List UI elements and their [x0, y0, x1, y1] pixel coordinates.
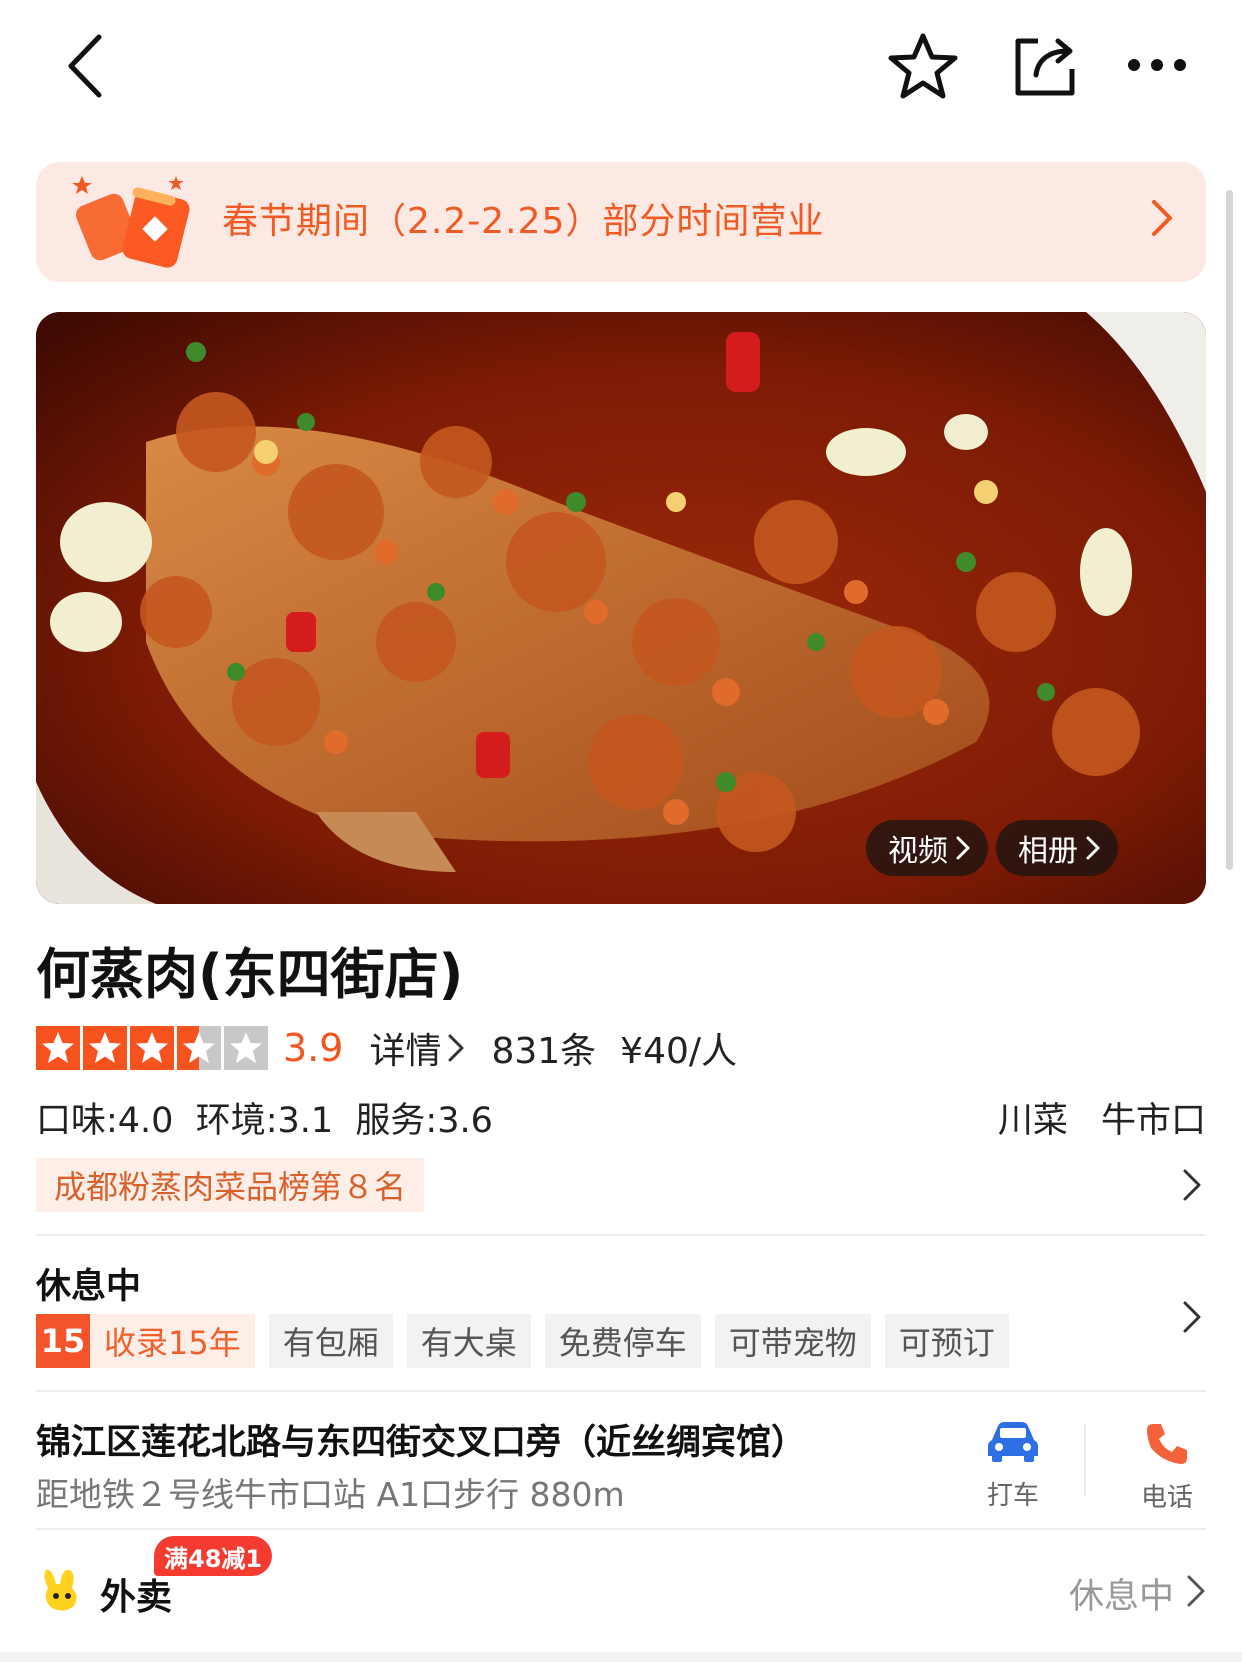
review-count: 831条 — [491, 1031, 597, 1072]
album-button[interactable]: 相册 — [996, 820, 1118, 876]
chevron-left-icon — [68, 34, 102, 98]
firecracker-icon — [72, 170, 192, 278]
more-horizontal-icon — [1128, 59, 1186, 71]
tag-pet-friendly: 可带宠物 — [714, 1314, 871, 1368]
divider — [36, 1528, 1206, 1530]
bottom-separator — [0, 1652, 1242, 1662]
takeout-status[interactable]: 休息中 — [1069, 1568, 1174, 1619]
feature-tags: 15 收录15年 有包厢 有大桌 免费停车 可带宠物 可预订 — [36, 1314, 1009, 1368]
scrollbar[interactable] — [1226, 190, 1233, 870]
ranking-tag[interactable]: 成都粉蒸肉菜品榜第８名 — [36, 1158, 425, 1212]
metro-distance: 距地铁２号线牛市口站 A1口步行 880m — [36, 1475, 625, 1514]
rating-detail-link[interactable]: 详情 — [369, 1022, 465, 1074]
promo-badge: 满48减1 — [154, 1536, 273, 1576]
shop-photo[interactable]: 视频 相册 — [36, 312, 1206, 904]
tag-reservable: 可预订 — [884, 1314, 1009, 1368]
sub-scores: 口味:4.0 环境:3.1 服务:3.6 — [36, 1101, 493, 1141]
star-rating — [36, 1026, 271, 1070]
taxi-label: 打车 — [986, 1481, 1039, 1511]
share-icon — [1015, 38, 1075, 96]
star-icon — [177, 1026, 221, 1070]
video-label: 视频 — [888, 834, 948, 869]
detail-label: 详情 — [369, 1031, 442, 1072]
divider — [1084, 1424, 1086, 1496]
category-area: 川菜 牛市口 — [998, 1092, 1206, 1143]
area-label: 牛市口 — [1100, 1101, 1206, 1141]
open-status: 休息中 — [36, 1267, 142, 1307]
tag-free-parking: 免费停车 — [544, 1314, 701, 1368]
divider — [36, 1390, 1206, 1392]
tag-large-table: 有大桌 — [406, 1314, 531, 1368]
address-line[interactable]: 锦江区莲花北路与东四街交叉口旁（近丝绸宾馆） — [36, 1414, 806, 1465]
favorite-button[interactable] — [886, 30, 960, 102]
more-button[interactable] — [1126, 40, 1188, 90]
tag-label: 收录15年 — [104, 1324, 241, 1362]
share-button[interactable] — [1010, 30, 1080, 102]
chevron-right-icon — [956, 836, 970, 860]
back-button[interactable] — [58, 30, 112, 102]
price-per-person: ¥40/人 — [620, 1031, 738, 1072]
rating-row: 3.9 详情 831条 ¥40/人 — [36, 1024, 737, 1072]
star-icon — [83, 1026, 127, 1070]
phone-icon — [1147, 1424, 1187, 1464]
chevron-right-icon — [1086, 836, 1100, 860]
tag-years-listed: 15 收录15年 — [36, 1314, 255, 1368]
holiday-hours-banner[interactable]: 春节期间（2.2-2.25）部分时间营业 — [36, 162, 1206, 282]
tag-private-room: 有包厢 — [268, 1314, 393, 1368]
status-chevron-icon[interactable] — [1182, 1300, 1202, 1338]
takeout-logo-icon — [40, 1566, 84, 1618]
star-outline-icon — [888, 33, 958, 99]
star-icon — [130, 1026, 174, 1070]
chevron-right-icon — [448, 1034, 464, 1062]
shop-name: 何蒸肉(东四街店) — [36, 943, 464, 1006]
album-label: 相册 — [1018, 834, 1078, 869]
car-icon — [988, 1422, 1038, 1462]
star-icon — [36, 1026, 80, 1070]
dish-photo-image — [36, 312, 1206, 904]
chevron-right-icon[interactable] — [1182, 1168, 1202, 1206]
divider — [36, 1234, 1206, 1236]
chevron-right-icon[interactable] — [1186, 1574, 1206, 1612]
video-button[interactable]: 视频 — [866, 820, 988, 876]
phone-label: 电话 — [1140, 1483, 1193, 1513]
rating-score: 3.9 — [283, 1026, 344, 1070]
year-badge: 15 — [36, 1314, 90, 1368]
chevron-right-icon — [1150, 198, 1174, 242]
banner-text: 春节期间（2.2-2.25）部分时间营业 — [222, 201, 825, 242]
star-icon — [224, 1026, 268, 1070]
taxi-button[interactable]: 打车 — [968, 1420, 1058, 1512]
phone-button[interactable]: 电话 — [1122, 1420, 1212, 1514]
cuisine-label: 川菜 — [997, 1101, 1068, 1141]
